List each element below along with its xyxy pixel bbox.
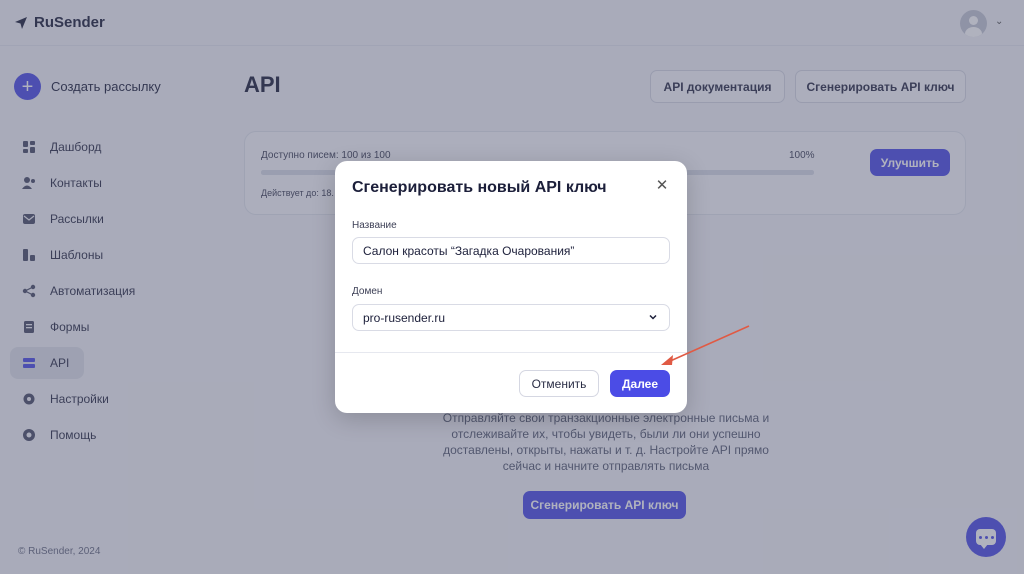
next-button[interactable]: Далее — [610, 370, 670, 397]
domain-select[interactable]: pro-rusender.ru — [352, 304, 670, 331]
domain-label: Домен — [352, 286, 383, 297]
domain-select-value: pro-rusender.ru — [363, 310, 446, 325]
name-label: Название — [352, 220, 397, 231]
cancel-button[interactable]: Отменить — [519, 370, 599, 397]
name-input[interactable]: Салон красоты “Загадка Очарования” — [352, 237, 670, 264]
dialog-title: Сгенерировать новый API ключ — [352, 179, 607, 196]
close-icon[interactable]: ✕ — [654, 178, 670, 194]
chevron-down-icon — [649, 314, 657, 320]
dialog-divider — [335, 352, 687, 353]
generate-api-key-dialog: Сгенерировать новый API ключ ✕ Название … — [335, 161, 687, 413]
